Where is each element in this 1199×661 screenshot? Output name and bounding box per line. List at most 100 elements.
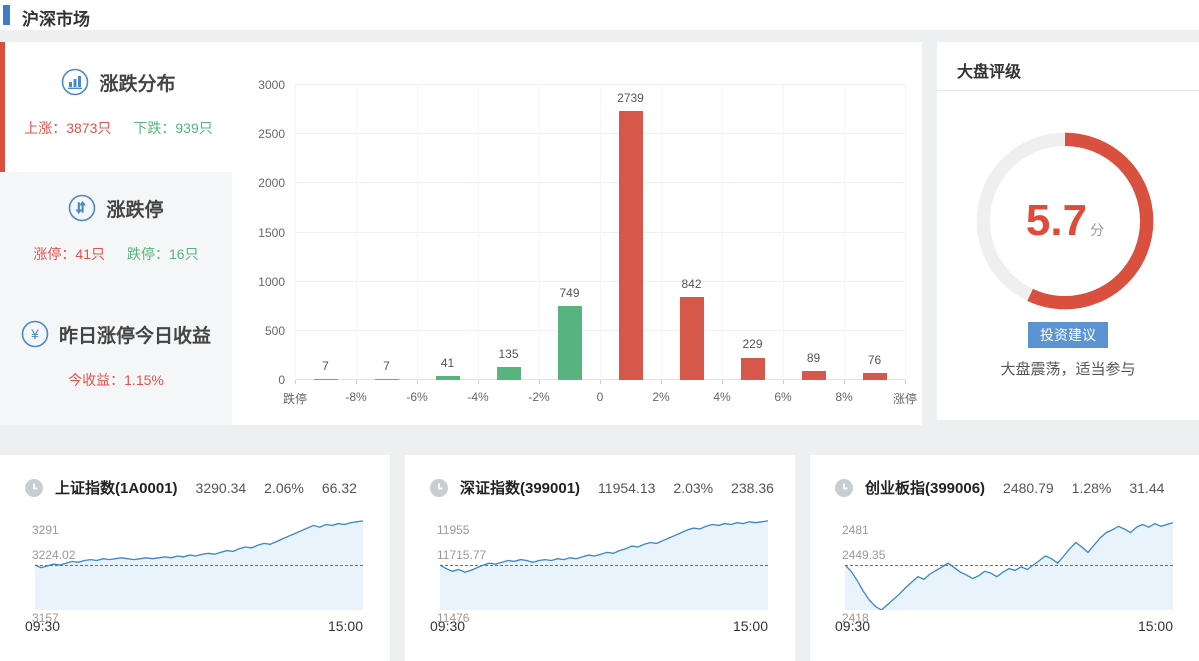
bar-chart-y-axis: 0 500 1000 1500 2000 2500 3000 bbox=[232, 78, 295, 387]
x-tick-mark bbox=[417, 380, 418, 384]
x-tick-label: -2% bbox=[528, 390, 550, 404]
prev-close-label: 2449.35 bbox=[842, 548, 886, 562]
prev-close-line bbox=[440, 565, 768, 566]
stats-panel-lower: 涨跌停 涨停：41只 跌停：16只 ¥ 昨日涨停今日收益 今收益：1.15% bbox=[0, 172, 232, 425]
title-accent-bar bbox=[3, 5, 10, 25]
distribution-card: 涨跌分布 上涨：3873只 下跌：939只 涨跌停 涨停：41只 跌停：16只 … bbox=[0, 42, 922, 425]
bar-value-label: 89 bbox=[806, 351, 821, 366]
prev-close-label: 11715.77 bbox=[437, 548, 487, 562]
x-tick-label: 涨停 bbox=[892, 392, 918, 406]
x-tick-mark bbox=[661, 380, 662, 384]
bar bbox=[496, 366, 521, 380]
y-tick-label: 1000 bbox=[258, 274, 285, 289]
clock-icon bbox=[835, 478, 853, 497]
clock-icon bbox=[25, 478, 43, 497]
x-tick-label: -4% bbox=[467, 390, 489, 404]
y-axis-top-label: 11955 bbox=[437, 523, 470, 537]
x-tick-mark bbox=[844, 380, 845, 384]
cyb-index-card[interactable]: 创业板指(399006) 2480.79 1.28% 31.44 2481 24… bbox=[810, 455, 1199, 661]
index-price: 3290.34 bbox=[195, 479, 247, 496]
bar bbox=[374, 379, 399, 380]
limit-down-count: 跌停：16只 bbox=[127, 246, 199, 262]
bar-value-label: 41 bbox=[440, 355, 455, 370]
bar bbox=[862, 372, 887, 380]
index-title: 上证指数(1A0001) bbox=[55, 480, 178, 497]
time-close-label: 15:00 bbox=[1137, 618, 1173, 634]
fall-count: 下跌：939只 bbox=[133, 120, 213, 136]
sz-index-card[interactable]: 深证指数(399001) 11954.13 2.03% 238.36 11955… bbox=[405, 455, 795, 661]
vertical-gridline bbox=[417, 85, 418, 380]
market-dashboard: 沪深市场 涨跌分布 上涨：3873只 下跌：939只 涨跌停 涨停：41只 跌停… bbox=[0, 0, 1199, 661]
yen-icon: ¥ bbox=[21, 320, 49, 348]
x-tick-label: 4% bbox=[713, 390, 731, 404]
index-change-percent: 2.03% bbox=[673, 479, 714, 496]
rating-title: 大盘评级 bbox=[957, 64, 1022, 81]
vertical-gridline bbox=[661, 85, 662, 380]
y-tick-label: 500 bbox=[264, 323, 285, 338]
limit-section[interactable]: 涨跌停 涨停：41只 跌停：16只 bbox=[0, 194, 232, 264]
today-return: 今收益：1.15% bbox=[68, 372, 164, 388]
time-close-label: 15:00 bbox=[327, 618, 363, 634]
bar bbox=[618, 110, 643, 380]
page-title: 沪深市场 bbox=[22, 10, 90, 29]
bar-chart-plot: 跌停 -8% -6% -4% -2% 0 2% 4% 6% 8% 涨停 7 7 41 135 749 2739 8… bbox=[283, 84, 917, 406]
investment-advice-button[interactable]: 投资建议 bbox=[1028, 322, 1108, 348]
svg-text:¥: ¥ bbox=[30, 326, 39, 342]
y-axis-top-label: 2481 bbox=[842, 523, 869, 537]
x-tick-label: -6% bbox=[406, 390, 428, 404]
x-tick-label: 6% bbox=[774, 390, 792, 404]
index-change-percent: 2.06% bbox=[264, 479, 304, 496]
index-price: 2480.79 bbox=[1003, 479, 1054, 496]
x-tick-mark bbox=[783, 380, 784, 384]
sz-index-chart: 11955 11715.77 11476 bbox=[437, 520, 768, 625]
sh-index-chart: 3291 3224.02 3157 bbox=[32, 520, 363, 625]
limit-up-count: 涨停：41只 bbox=[33, 246, 105, 262]
x-tick-label: -8% bbox=[345, 390, 367, 404]
bar bbox=[679, 297, 704, 380]
index-change-percent: 1.28% bbox=[1071, 479, 1112, 496]
yesterday-limit-section[interactable]: ¥ 昨日涨停今日收益 今收益：1.15% bbox=[0, 320, 232, 390]
vertical-gridline bbox=[783, 85, 784, 380]
index-change: 66.32 bbox=[321, 479, 357, 496]
y-axis-bottom-label: 3157 bbox=[32, 611, 59, 625]
prev-close-label: 3224.02 bbox=[32, 548, 76, 562]
up-down-arrows-icon bbox=[68, 194, 96, 222]
index-change: 238.36 bbox=[731, 479, 774, 496]
bar bbox=[557, 306, 582, 380]
vertical-gridline bbox=[905, 85, 906, 380]
market-rating-card: 大盘评级 5.7 分 投资建议 大盘震荡，适当参与 bbox=[937, 42, 1199, 420]
prev-close-line bbox=[35, 565, 363, 566]
bar-value-label: 76 bbox=[867, 352, 882, 367]
section-title: 昨日涨停今日收益 bbox=[58, 325, 211, 347]
distribution-bar-chart: 0 500 1000 1500 2000 2500 3000 跌停 -8% -6% -4% -2% 0… bbox=[232, 42, 922, 425]
sh-index-card[interactable]: 上证指数(1A0001) 3290.34 2.06% 66.32 3291 32… bbox=[0, 455, 390, 661]
bar bbox=[801, 371, 826, 380]
y-tick-label: 0 bbox=[278, 373, 285, 387]
x-tick-mark bbox=[722, 380, 723, 384]
clock-icon bbox=[430, 478, 448, 497]
section-title: 涨跌分布 bbox=[99, 73, 176, 95]
vertical-gridline bbox=[295, 85, 296, 380]
bar-value-label: 229 bbox=[742, 337, 763, 352]
bar-value-label: 2739 bbox=[617, 90, 644, 105]
bar bbox=[740, 357, 765, 380]
rating-score: 5.7 bbox=[1025, 196, 1088, 245]
index-title: 深证指数(399001) bbox=[460, 480, 581, 497]
stats-panel: 涨跌分布 上涨：3873只 下跌：939只 涨跌停 涨停：41只 跌停：16只 … bbox=[0, 42, 232, 425]
bar-value-label: 135 bbox=[498, 346, 519, 361]
y-tick-label: 3000 bbox=[258, 78, 285, 92]
rise-fall-section[interactable]: 涨跌分布 上涨：3873只 下跌：939只 bbox=[0, 42, 232, 172]
time-close-label: 15:00 bbox=[732, 618, 768, 634]
vertical-gridline bbox=[478, 85, 479, 380]
y-tick-label: 2500 bbox=[258, 127, 285, 142]
x-tick-label: 0 bbox=[596, 390, 604, 404]
rating-score-unit: 分 bbox=[1090, 222, 1105, 238]
y-axis-bottom-label: 2418 bbox=[842, 611, 869, 625]
divider bbox=[937, 90, 1199, 91]
x-tick-label: 2% bbox=[652, 390, 670, 404]
x-tick-mark bbox=[478, 380, 479, 384]
bar bbox=[313, 379, 338, 380]
index-title: 创业板指(399006) bbox=[865, 480, 986, 497]
y-axis-bottom-label: 11476 bbox=[437, 611, 470, 625]
x-tick-mark bbox=[356, 380, 357, 384]
